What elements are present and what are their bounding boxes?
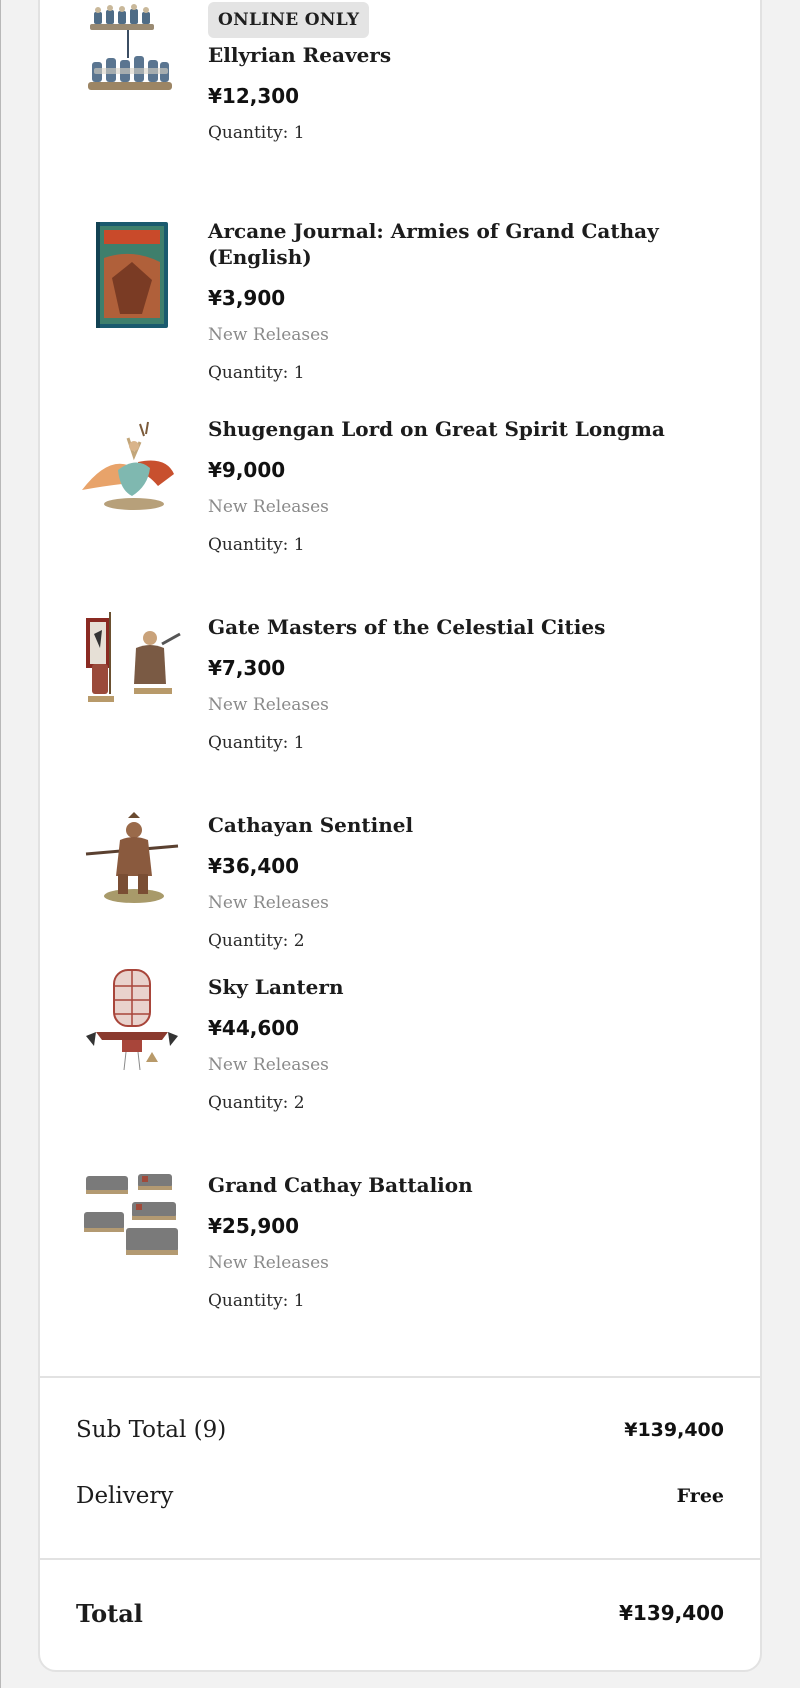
item-price: ¥3,900	[208, 286, 286, 310]
item-category: New Releases	[208, 893, 329, 913]
item-name[interactable]: Grand Cathay Battalion	[208, 1172, 740, 1198]
item-price: ¥7,300	[208, 656, 286, 680]
item-price: ¥36,400	[208, 854, 300, 878]
army-battalion-thumbnail[interactable]	[82, 1168, 182, 1268]
item-category: New Releases	[208, 1253, 329, 1273]
item-quantity: Quantity: 1	[208, 123, 305, 143]
subtotal-label: Sub Total (9)	[76, 1417, 227, 1443]
page-edge-line	[0, 0, 1, 1688]
item-details: Cathayan Sentinel ¥36,400 New Releases Q…	[208, 812, 740, 953]
delivery-row: Delivery Free	[76, 1480, 724, 1512]
book-cover-thumbnail[interactable]	[82, 218, 182, 330]
item-quantity: Quantity: 1	[208, 1291, 305, 1311]
banner-bearers-icon	[86, 612, 181, 702]
item-price: ¥44,600	[208, 1016, 300, 1040]
army-battalion-icon	[84, 1174, 178, 1255]
item-details: ONLINE ONLY Ellyrian Reavers ¥12,300 Qua…	[208, 2, 740, 145]
order-summary-card: ONLINE ONLY Ellyrian Reavers ¥12,300 Qua…	[38, 0, 762, 1672]
warrior-statue-thumbnail[interactable]	[82, 812, 182, 908]
dragon-rider-thumbnail[interactable]	[78, 416, 178, 516]
warrior-statue-icon	[85, 812, 179, 903]
summary-divider	[40, 1558, 760, 1560]
lantern-balloon-icon	[86, 969, 178, 1071]
item-quantity: Quantity: 1	[208, 535, 305, 555]
item-details: Grand Cathay Battalion ¥25,900 New Relea…	[208, 1172, 740, 1313]
book-cover-icon	[96, 222, 168, 328]
cavalry-regiment-icon	[88, 4, 172, 90]
item-details: Arcane Journal: Armies of Grand Cathay (…	[208, 218, 740, 385]
item-name[interactable]: Gate Masters of the Celestial Cities	[208, 614, 740, 640]
item-quantity: Quantity: 1	[208, 363, 305, 383]
total-row: Total ¥139,400	[76, 1596, 724, 1630]
item-name[interactable]: Sky Lantern	[208, 974, 740, 1000]
item-quantity: Quantity: 2	[208, 931, 305, 951]
online-only-badge: ONLINE ONLY	[208, 2, 370, 38]
item-price: ¥12,300	[208, 84, 300, 108]
subtotal-value: ¥139,400	[624, 1419, 724, 1441]
item-name[interactable]: Ellyrian Reavers	[208, 42, 740, 68]
delivery-label: Delivery	[76, 1483, 174, 1509]
item-name[interactable]: Cathayan Sentinel	[208, 812, 740, 838]
item-quantity: Quantity: 1	[208, 733, 305, 753]
cavalry-regiment-thumbnail[interactable]	[82, 0, 182, 110]
item-category: New Releases	[208, 695, 329, 715]
item-price: ¥9,000	[208, 458, 286, 482]
lantern-balloon-thumbnail[interactable]	[82, 966, 182, 1074]
delivery-value: Free	[676, 1485, 724, 1507]
subtotal-row: Sub Total (9) ¥139,400	[76, 1414, 724, 1446]
item-price: ¥25,900	[208, 1214, 300, 1238]
item-category: New Releases	[208, 1055, 329, 1075]
item-name[interactable]: Arcane Journal: Armies of Grand Cathay (…	[208, 218, 740, 270]
item-category: New Releases	[208, 325, 329, 345]
items-divider	[40, 1376, 760, 1378]
dragon-rider-icon	[82, 421, 174, 510]
item-details: Shugengan Lord on Great Spirit Longma ¥9…	[208, 416, 740, 557]
item-details: Gate Masters of the Celestial Cities ¥7,…	[208, 614, 740, 755]
item-category: New Releases	[208, 497, 329, 517]
item-quantity: Quantity: 2	[208, 1093, 305, 1113]
item-name[interactable]: Shugengan Lord on Great Spirit Longma	[208, 416, 740, 442]
total-label: Total	[76, 1598, 143, 1628]
total-value: ¥139,400	[618, 1601, 724, 1625]
item-details: Sky Lantern ¥44,600 New Releases Quantit…	[208, 974, 740, 1115]
banner-bearers-thumbnail[interactable]	[82, 604, 182, 710]
